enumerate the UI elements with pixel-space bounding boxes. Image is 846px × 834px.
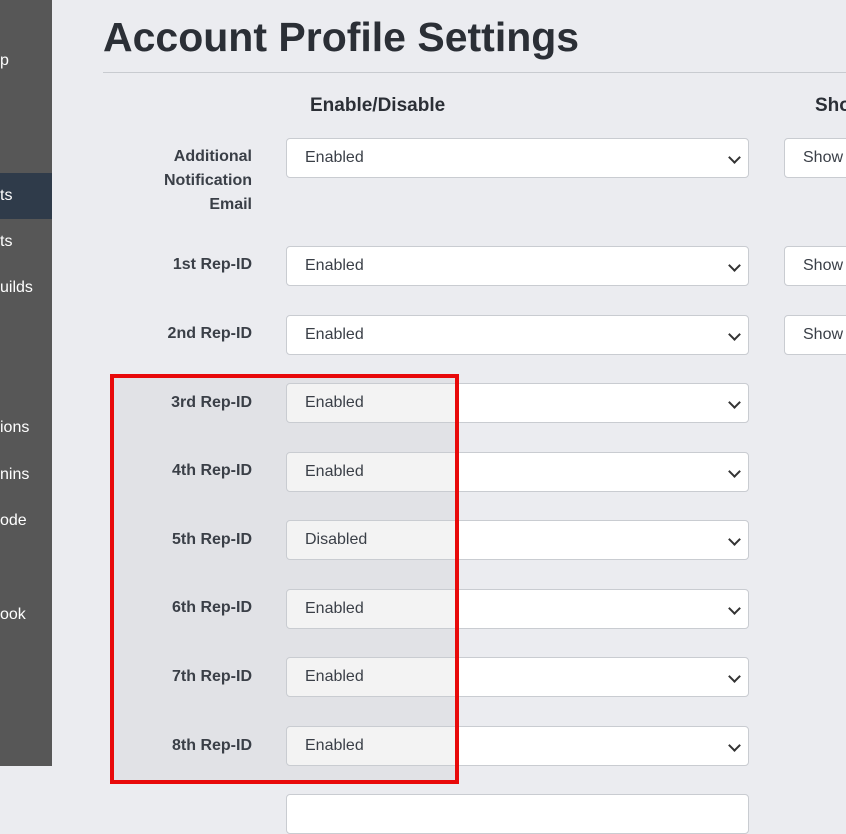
rep-4-select[interactable]: Enabled (286, 452, 749, 492)
row-label-rep-6: 6th Rep-ID (172, 599, 252, 616)
sidebar-item-1[interactable]: p (0, 38, 52, 84)
rep-2-select[interactable]: Enabled (286, 315, 749, 355)
select-value: Enabled (305, 737, 364, 754)
chevron-down-icon (728, 259, 741, 272)
chevron-down-icon (728, 465, 741, 478)
select-value: Show (803, 149, 844, 166)
additional-email-select[interactable]: Enabled (286, 138, 749, 178)
sidebar-item-5[interactable]: ions (0, 405, 52, 451)
select-value: Show (803, 257, 844, 274)
sidebar: p ts ts uilds ions nins ode ook (0, 0, 52, 766)
sidebar-item-label: ts (0, 187, 13, 204)
sidebar-item-label: ook (0, 606, 26, 623)
title-divider (103, 72, 846, 73)
column-header-show: Sho (815, 95, 846, 116)
select-value: Enabled (305, 600, 364, 617)
sidebar-item-label: p (0, 52, 9, 69)
next-row-select[interactable] (286, 794, 749, 834)
sidebar-item-label: uilds (0, 279, 33, 296)
chevron-down-icon (728, 533, 741, 546)
rep-8-select[interactable]: Enabled (286, 726, 749, 766)
sidebar-item-3[interactable]: ts (0, 219, 52, 265)
sidebar-item-label: ode (0, 512, 27, 529)
column-header-enable: Enable/Disable (310, 95, 446, 116)
chevron-down-icon (728, 396, 741, 409)
row-label-rep-8: 8th Rep-ID (172, 737, 252, 754)
select-value: Disabled (305, 531, 368, 548)
rep-1-show-select[interactable]: Show (784, 246, 846, 286)
select-value: Enabled (305, 257, 364, 274)
select-value: Enabled (305, 463, 364, 480)
row-label-rep-3: 3rd Rep-ID (171, 394, 252, 411)
rep-7-select[interactable]: Enabled (286, 657, 749, 697)
sidebar-item-2[interactable]: ts (0, 173, 52, 219)
rep-1-select[interactable]: Enabled (286, 246, 749, 286)
chevron-down-icon (728, 328, 741, 341)
highlight-shade (114, 378, 455, 780)
sidebar-item-4[interactable]: uilds (0, 265, 52, 311)
sidebar-item-7[interactable]: ode (0, 498, 52, 544)
rep-5-select[interactable]: Disabled (286, 520, 749, 560)
sidebar-item-label: ts (0, 233, 13, 250)
row-label-rep-1: 1st Rep-ID (172, 256, 252, 273)
rep-3-select[interactable]: Enabled (286, 383, 749, 423)
row-label-rep-4: 4th Rep-ID (172, 462, 252, 479)
select-value: Enabled (305, 394, 364, 411)
select-value: Enabled (305, 668, 364, 685)
rep-2-show-select[interactable]: Show (784, 315, 846, 355)
row-label-additional-email: Additional Notification Email (164, 148, 252, 213)
page-title: Account Profile Settings (103, 14, 580, 60)
additional-email-show-select[interactable]: Show (784, 138, 846, 178)
chevron-down-icon (728, 670, 741, 683)
sidebar-item-8[interactable]: ook (0, 592, 52, 638)
row-label-rep-5: 5th Rep-ID (172, 531, 252, 548)
select-value: Enabled (305, 326, 364, 343)
sidebar-item-label: nins (0, 466, 30, 483)
select-value: Enabled (305, 149, 364, 166)
chevron-down-icon (728, 602, 741, 615)
chevron-down-icon (728, 739, 741, 752)
row-label-rep-2: 2nd Rep-ID (167, 325, 252, 342)
sidebar-item-6[interactable]: nins (0, 452, 52, 498)
row-label-rep-7: 7th Rep-ID (172, 668, 252, 685)
rep-6-select[interactable]: Enabled (286, 589, 749, 629)
chevron-down-icon (728, 151, 741, 164)
sidebar-item-label: ions (0, 419, 30, 436)
select-value: Show (803, 326, 844, 343)
